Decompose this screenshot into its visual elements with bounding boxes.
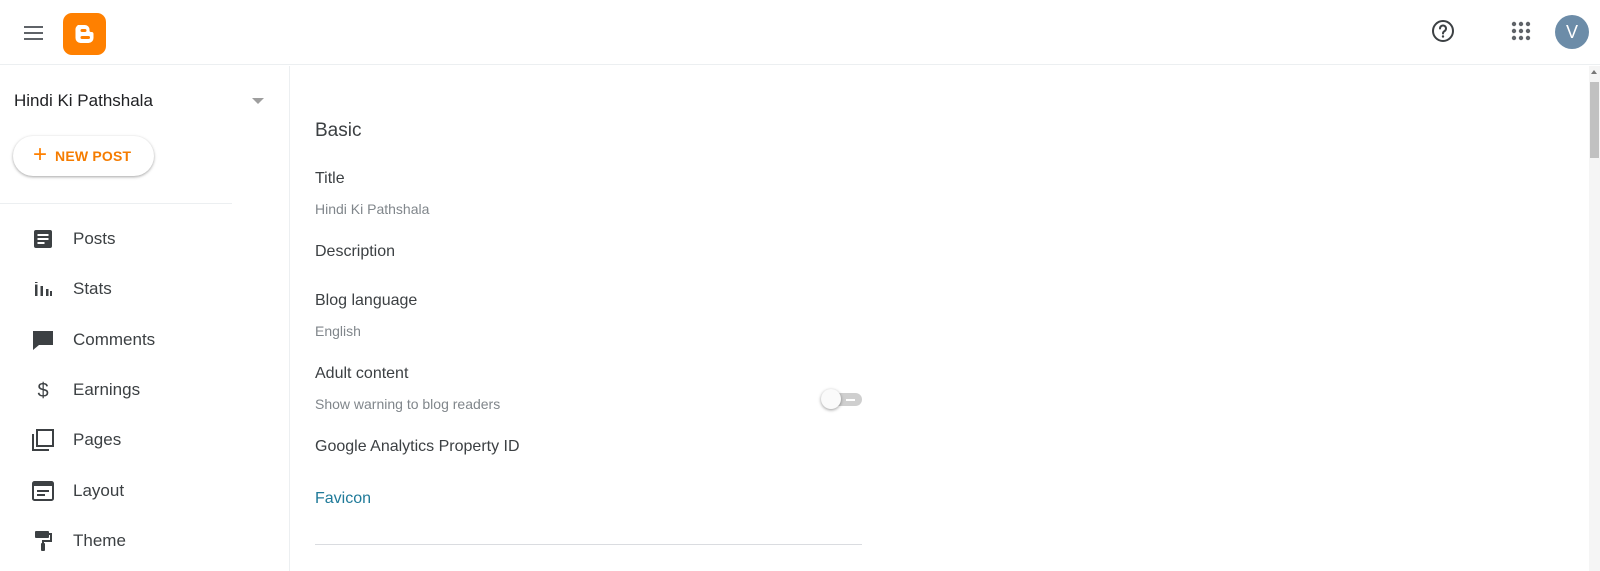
sidebar-item-label: Pages xyxy=(73,430,122,450)
sidebar-item-label: Stats xyxy=(73,279,112,299)
scroll-up-arrow-icon[interactable] xyxy=(1591,70,1597,74)
apps-grid-icon[interactable] xyxy=(1510,20,1532,42)
sidebar-item-comments[interactable]: Comments xyxy=(0,315,290,365)
dollar-icon: $ xyxy=(31,378,55,402)
sidebar-item-pages[interactable]: Pages xyxy=(0,415,290,465)
sidebar-item-stats[interactable]: Stats xyxy=(0,264,290,314)
svg-text:$: $ xyxy=(37,380,48,401)
toggle-thumb xyxy=(821,389,841,409)
sidebar-item-posts[interactable]: Posts xyxy=(0,214,290,264)
sidebar-item-label: Posts xyxy=(73,229,116,249)
sidebar-item-layout[interactable]: Layout xyxy=(0,465,290,515)
setting-blog-language[interactable]: Blog language English xyxy=(315,292,855,339)
sidebar-item-label: Comments xyxy=(73,329,156,349)
top-app-bar: V xyxy=(0,0,1600,65)
sidebar-nav: Posts Stats Comments $ Earnings Pages La… xyxy=(0,214,290,566)
avatar[interactable]: V xyxy=(1555,15,1589,49)
scrollbar[interactable] xyxy=(1589,66,1600,571)
sidebar-item-label: Layout xyxy=(73,480,125,500)
new-post-button[interactable]: + NEW POST xyxy=(13,136,154,176)
setting-value: English xyxy=(315,323,361,339)
sidebar-item-theme[interactable]: Theme xyxy=(0,516,290,566)
blog-selector[interactable]: Hindi Ki Pathshala xyxy=(14,88,264,114)
sidebar: Hindi Ki Pathshala + NEW POST Posts Stat… xyxy=(0,66,290,571)
setting-label: Blog language xyxy=(315,292,418,309)
scrollbar-thumb[interactable] xyxy=(1590,82,1599,158)
paint-roller-icon xyxy=(31,529,55,553)
setting-google-analytics[interactable]: Google Analytics Property ID xyxy=(315,438,855,456)
setting-title[interactable]: Title Hindi Ki Pathshala xyxy=(315,170,855,217)
setting-value: Hindi Ki Pathshala xyxy=(315,201,430,217)
new-post-label: NEW POST xyxy=(55,148,132,164)
setting-label: Title xyxy=(315,170,345,187)
setting-label: Adult content xyxy=(315,365,409,382)
blogger-logo-icon[interactable] xyxy=(63,13,106,55)
blog-name: Hindi Ki Pathshala xyxy=(14,91,153,110)
sidebar-divider xyxy=(0,203,232,204)
adult-content-toggle[interactable] xyxy=(821,388,863,410)
section-divider xyxy=(315,544,862,545)
setting-value: Show warning to blog readers xyxy=(315,396,501,412)
setting-adult-content[interactable]: Adult content Show warning to blog reade… xyxy=(315,365,855,412)
setting-label: Google Analytics Property ID xyxy=(315,438,520,455)
plus-icon: + xyxy=(33,140,48,168)
comments-icon xyxy=(31,328,55,352)
posts-icon xyxy=(31,227,55,251)
section-title: Basic xyxy=(315,120,362,141)
dropdown-caret-icon xyxy=(252,98,264,104)
sidebar-item-earnings[interactable]: $ Earnings xyxy=(0,365,290,415)
setting-label: Description xyxy=(315,243,396,260)
layout-icon xyxy=(31,479,55,503)
help-circle-icon[interactable] xyxy=(1430,18,1456,44)
setting-description[interactable]: Description xyxy=(315,243,855,261)
sidebar-item-label: Earnings xyxy=(73,380,141,400)
settings-panel: Basic Title Hindi Ki Pathshala Descripti… xyxy=(291,66,1591,571)
hamburger-menu-icon[interactable] xyxy=(18,18,48,48)
stats-icon xyxy=(31,277,55,301)
favicon-link[interactable]: Favicon xyxy=(315,490,371,508)
pages-icon xyxy=(31,428,55,452)
sidebar-item-label: Theme xyxy=(73,530,126,550)
